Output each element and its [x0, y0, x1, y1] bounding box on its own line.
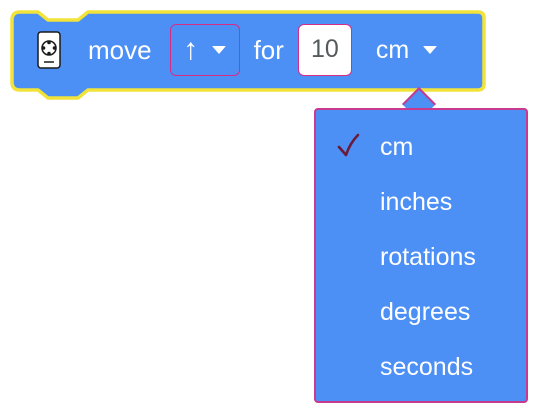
for-label: for — [253, 35, 284, 65]
unit-dropdown[interactable]: cm — [375, 24, 438, 76]
menu-option-label: degrees — [380, 298, 471, 326]
menu-option-label: rotations — [380, 243, 476, 271]
direction-dropdown[interactable]: ↑ — [169, 24, 240, 76]
unit-menu: cm inches rotations degrees seconds — [314, 108, 528, 403]
menu-option-label: seconds — [380, 353, 474, 381]
menu-option-inches[interactable]: inches — [316, 175, 526, 230]
move-label: move — [88, 35, 152, 65]
menu-option-degrees[interactable]: degrees — [316, 285, 526, 340]
unit-dropdown-value: cm — [375, 35, 410, 64]
checkmark-icon — [337, 133, 360, 157]
move-block[interactable]: move ↑ for 10 cm — [30, 22, 438, 78]
menu-option-rotations[interactable]: rotations — [316, 230, 526, 285]
menu-option-label: inches — [380, 188, 453, 216]
menu-option-cm[interactable]: cm — [316, 120, 526, 175]
caret-down-icon — [423, 46, 438, 54]
caret-down-icon — [212, 46, 227, 54]
menu-option-label: cm — [380, 133, 414, 161]
arrow-up-icon: ↑ — [183, 33, 199, 66]
robot-icon — [36, 31, 62, 69]
menu-option-seconds[interactable]: seconds — [316, 340, 526, 395]
distance-input[interactable]: 10 — [297, 24, 352, 76]
